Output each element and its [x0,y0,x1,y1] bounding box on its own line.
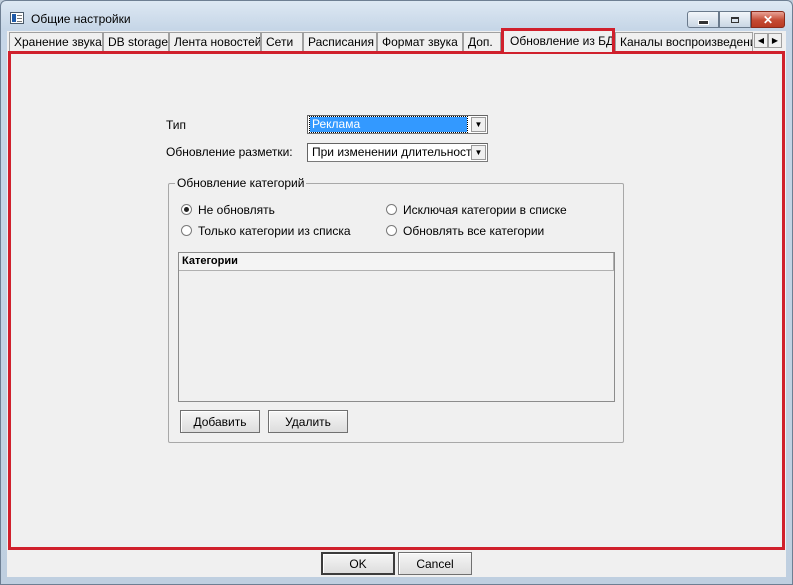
arrow-left-icon: ◀ [757,36,765,45]
tab-label: Хранение звука [14,35,102,49]
radio-update-all-label[interactable]: Обновлять все категории [403,224,544,238]
categories-column-header[interactable]: Категории [179,253,614,271]
delete-category-button[interactable]: Удалить [268,410,348,433]
type-label: Тип [166,118,187,132]
close-icon: ✕ [762,12,774,27]
tab-db-update[interactable]: Обновление из БД [501,28,615,52]
markup-update-combobox[interactable]: При изменении длительности ▼ [307,143,488,162]
tab-label: Формат звука [382,35,458,49]
tab-panel-db-update: Тип Реклама ▼ Обновление разметки: При и… [8,51,785,550]
markup-update-label: Обновление разметки: [166,145,293,159]
dropdown-arrow-icon[interactable]: ▼ [471,117,486,132]
type-combobox-value: Реклама [309,116,468,133]
radio-only-listed[interactable] [181,225,192,236]
ok-button[interactable]: OK [321,552,395,575]
maximize-button[interactable] [719,11,751,28]
tab-label: DB storage [108,35,169,49]
markup-update-combobox-value: При изменении длительности [312,145,479,159]
title-bar[interactable]: Общие настройки ✕ [1,1,792,31]
tab-news-feed[interactable]: Лента новостей [169,32,261,51]
tab-label: Каналы воспроизведения [620,35,753,49]
tab-label: Лента новостей [174,35,261,49]
minimize-button[interactable] [687,11,719,28]
cancel-button[interactable]: Cancel [398,552,472,575]
tab-label: Доп. [468,35,493,49]
category-update-groupbox: Обновление категорий Не обновлять Исключ… [168,176,624,443]
dialog-client-area: Хранение звука DB storage Лента новостей… [7,28,786,577]
tab-sound-format[interactable]: Формат звука [377,32,463,51]
tab-networks[interactable]: Сети [261,32,303,51]
radio-exclude-listed-label[interactable]: Исключая категории в списке [403,203,567,217]
radio-no-update[interactable] [181,204,192,215]
radio-only-listed-label[interactable]: Только категории из списка [198,224,351,238]
add-category-button[interactable]: Добавить [180,410,260,433]
radio-update-all[interactable] [386,225,397,236]
arrow-right-icon: ▶ [771,36,779,45]
close-button[interactable]: ✕ [751,11,785,28]
minimize-icon [697,20,709,25]
type-combobox[interactable]: Реклама ▼ [307,115,488,134]
radio-exclude-listed[interactable] [386,204,397,215]
categories-list[interactable]: Категории [178,252,615,402]
tab-label: Расписания [308,35,374,49]
window-title: Общие настройки [31,12,131,26]
tab-scroll-right-button[interactable]: ▶ [768,33,782,48]
settings-window: Общие настройки ✕ Хранение звука DB stor… [0,0,793,585]
app-icon [10,12,24,24]
tab-label: Обновление из БД [510,34,615,48]
maximize-icon [731,16,739,23]
radio-no-update-label[interactable]: Не обновлять [198,203,275,217]
tab-scroll-left-button[interactable]: ◀ [754,33,768,48]
dropdown-arrow-icon[interactable]: ▼ [471,145,486,160]
tab-additional[interactable]: Доп. [463,32,501,51]
tab-schedules[interactable]: Расписания [303,32,377,51]
category-update-legend: Обновление категорий [175,176,307,190]
tab-label: Сети [266,35,294,49]
tab-sound-storage[interactable]: Хранение звука [9,32,103,51]
tab-db-storage[interactable]: DB storage [103,32,169,51]
tab-playback-channels[interactable]: Каналы воспроизведения [615,32,753,51]
